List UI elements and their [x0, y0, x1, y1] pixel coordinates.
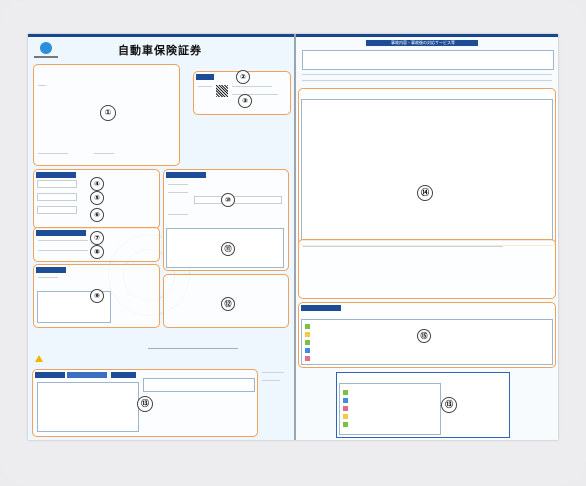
marker-12: ⑫: [221, 297, 235, 311]
right-page-title: 事故内容・事故後の対応サービス等: [366, 40, 478, 46]
section-header: [196, 74, 214, 80]
text-line: [168, 192, 188, 193]
left-page: 自動車保険証券 ① ② ③ ④ ⑤ ⑥ ⑦ ⑧ ⑨ ⑩ ⑪ ⑫ ⑬: [28, 34, 294, 440]
accident-response-box: ⑭: [298, 88, 556, 246]
policyholder-box: ①: [33, 64, 180, 166]
section-header: [301, 305, 341, 311]
text-line: [94, 153, 114, 154]
certificate-number-box: ② ③: [193, 70, 291, 115]
color-swatch: [305, 348, 310, 353]
form-field: [194, 196, 282, 204]
side-note-line: [262, 372, 284, 373]
form-field: [37, 206, 77, 214]
marker-13b: ⑬: [441, 397, 457, 413]
text-line: [302, 74, 552, 75]
section-header: [67, 372, 107, 378]
marker-5: ⑤: [90, 191, 104, 205]
marker-2: ②: [236, 70, 250, 84]
color-swatch: [343, 390, 348, 395]
service-list-box: ⑬: [336, 372, 510, 438]
color-swatch: [305, 356, 310, 361]
text-line: [38, 85, 46, 86]
marker-1: ①: [100, 105, 116, 121]
service-note: [143, 378, 255, 392]
driver-conditions-box: ⑨: [33, 264, 160, 328]
marker-8: ⑧: [90, 245, 104, 259]
marker-14: ⑭: [417, 185, 433, 201]
right-page: 事故内容・事故後の対応サービス等 ⑭ ⑮ ⑬: [296, 34, 558, 440]
color-swatch: [305, 340, 310, 345]
text-line: [38, 250, 88, 251]
marker-3: ③: [238, 94, 252, 108]
marker-10: ⑩: [221, 193, 235, 207]
section-header: [35, 372, 65, 378]
marker-13: ⑬: [137, 396, 153, 412]
color-swatch: [343, 398, 348, 403]
form-field: [37, 193, 77, 201]
color-swatch: [305, 324, 310, 329]
text-line: [232, 86, 272, 87]
text-line: [198, 86, 212, 87]
color-swatch: [305, 332, 310, 337]
accident-response-table: [301, 99, 553, 241]
contract-period-box: ④ ⑤ ⑥: [33, 169, 160, 229]
text-line: [38, 153, 68, 154]
bottom-service-box: ⑬: [32, 369, 258, 437]
company-logo-caption: [34, 56, 58, 58]
text-line: [38, 277, 58, 278]
company-logo-icon: [40, 42, 52, 54]
marker-6: ⑥: [90, 208, 104, 222]
section-header: [166, 172, 206, 178]
emergency-services-box: ⑮: [298, 302, 556, 368]
marker-4: ④: [90, 177, 104, 191]
text-line: [168, 214, 188, 215]
marker-15: ⑮: [417, 329, 431, 343]
notes-box: [298, 239, 556, 299]
text-line: [38, 240, 88, 241]
vehicle-info-box: ⑦ ⑧: [33, 227, 160, 262]
section-header: [36, 172, 76, 178]
coverage-details-box: ⑩ ⑪: [163, 169, 289, 271]
side-note-line: [262, 380, 280, 381]
service-list-table: [339, 383, 441, 435]
text-line: [232, 94, 278, 95]
service-table: [37, 382, 139, 432]
text-line: [303, 246, 503, 247]
qr-code: [216, 85, 228, 97]
form-field: [37, 180, 77, 188]
marker-11: ⑪: [221, 242, 235, 256]
marker-7: ⑦: [90, 231, 104, 245]
color-swatch: [343, 414, 348, 419]
text-line: [302, 80, 552, 81]
header-info-table: [302, 50, 554, 70]
color-swatch: [343, 406, 348, 411]
text-line: [168, 184, 188, 185]
section-header: [36, 230, 86, 236]
section-header: [36, 267, 66, 273]
color-swatch: [343, 422, 348, 427]
warning-icon: [35, 355, 43, 362]
top-accent-bar: [296, 34, 558, 37]
special-clauses-box: ⑫: [163, 274, 289, 328]
section-header: [111, 372, 136, 378]
marker-9: ⑨: [90, 289, 104, 303]
footnote-line: [148, 348, 238, 349]
insurance-document-spread: 自動車保険証券 ① ② ③ ④ ⑤ ⑥ ⑦ ⑧ ⑨ ⑩ ⑪ ⑫ ⑬ 事故内容・事…: [28, 34, 558, 440]
top-accent-bar: [28, 34, 294, 37]
document-title: 自動車保険証券: [118, 44, 202, 57]
